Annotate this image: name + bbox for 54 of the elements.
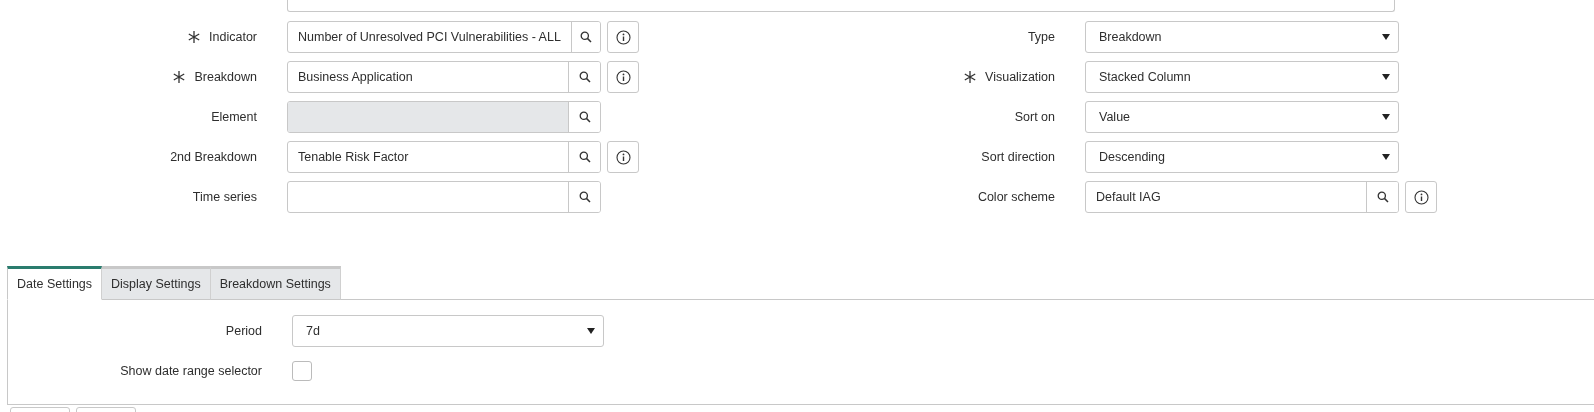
caret-icon — [1382, 114, 1390, 120]
select-field[interactable]: Descending — [1085, 141, 1399, 173]
search-button[interactable] — [568, 62, 600, 92]
checkbox[interactable] — [292, 361, 312, 381]
select-field[interactable]: 7d — [292, 315, 604, 347]
search-icon — [578, 191, 591, 203]
field-label: Color scheme — [977, 190, 1055, 204]
info-button[interactable] — [1405, 181, 1437, 213]
search-button[interactable] — [1366, 182, 1398, 212]
search-icon — [578, 71, 591, 83]
field-label: Type — [1027, 30, 1055, 44]
info-icon — [615, 149, 631, 165]
field-label: Sort direction — [981, 150, 1055, 164]
search-icon — [578, 111, 591, 123]
tab[interactable]: Date Settings — [7, 266, 103, 300]
tab[interactable]: Display Settings — [102, 266, 211, 300]
select-field[interactable]: Breakdown — [1085, 21, 1399, 53]
field-label: Indicator — [209, 30, 257, 44]
caret-icon — [1382, 34, 1390, 40]
caret-icon — [1382, 154, 1390, 160]
search-button[interactable] — [568, 142, 600, 172]
info-icon — [615, 69, 631, 85]
field-label: Breakdown — [194, 70, 257, 84]
search-icon — [1376, 191, 1389, 203]
lookup-field[interactable]: Business Application — [287, 61, 601, 93]
caret-icon — [1382, 74, 1390, 80]
search-icon — [579, 31, 592, 43]
field-label: Element — [211, 110, 257, 124]
required-asterisk-icon — [187, 30, 202, 44]
search-button[interactable] — [570, 22, 600, 52]
select-field[interactable]: Value — [1085, 101, 1399, 133]
field-label: Period — [225, 324, 262, 338]
info-button[interactable] — [607, 141, 639, 173]
required-asterisk-icon — [172, 70, 187, 84]
info-icon — [615, 29, 631, 45]
search-button[interactable] — [568, 182, 600, 212]
field-label: Time series — [192, 190, 257, 204]
field-label: Sort on — [1014, 110, 1055, 124]
select-field[interactable]: Stacked Column — [1085, 61, 1399, 93]
lookup-field[interactable] — [287, 181, 601, 213]
tab[interactable]: Breakdown Settings — [210, 266, 341, 300]
lookup-field[interactable]: Number of Unresolved PCI Vulnerabilities - ALL — [287, 21, 601, 53]
caret-icon — [587, 328, 595, 334]
info-button[interactable] — [607, 21, 639, 53]
field-label: 2nd Breakdown — [170, 150, 257, 164]
field-label: Visualization — [985, 70, 1055, 84]
search-icon — [578, 151, 591, 163]
required-asterisk-icon — [963, 70, 978, 84]
text-field[interactable] — [287, 0, 1395, 12]
info-icon — [1413, 189, 1429, 205]
lookup-field[interactable]: Default IAG — [1085, 181, 1399, 213]
lookup-field[interactable]: Tenable Risk Factor — [287, 141, 601, 173]
field-label: Show date range selector — [120, 364, 262, 378]
info-button[interactable] — [607, 61, 639, 93]
